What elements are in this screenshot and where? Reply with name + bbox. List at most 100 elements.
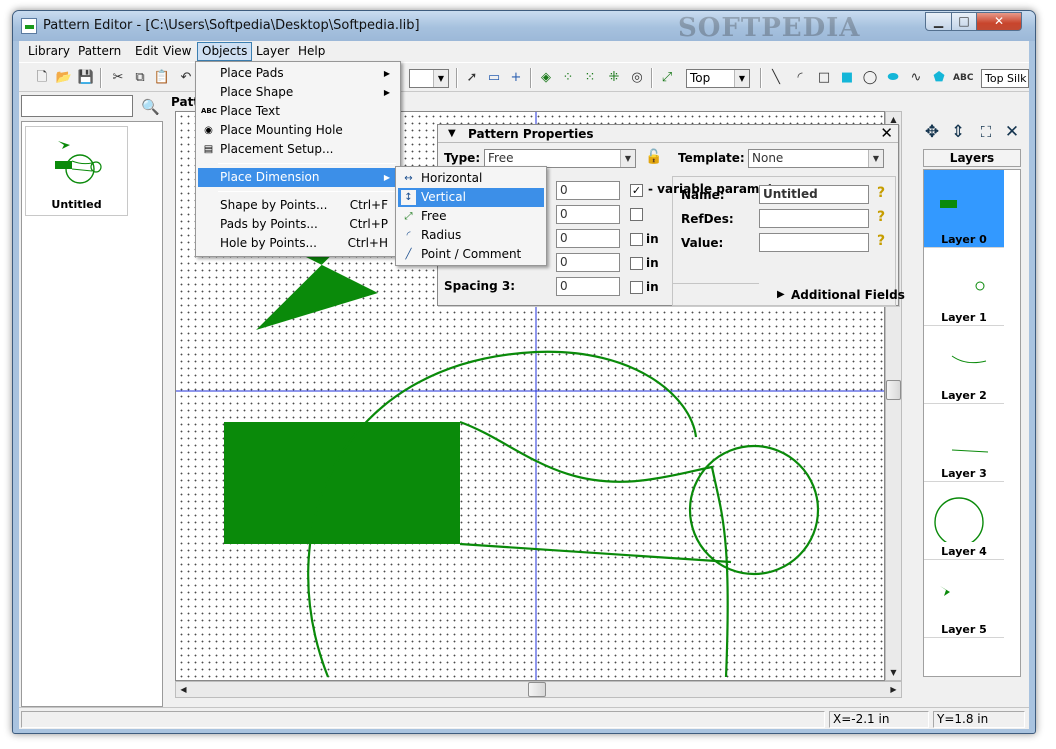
menu-item-placement-setup[interactable]: ▤ Placement Setup... bbox=[198, 140, 398, 159]
refdes-input[interactable] bbox=[759, 209, 869, 228]
parameter-field-3[interactable]: 0 bbox=[556, 229, 620, 248]
scroll-thumb[interactable] bbox=[886, 380, 901, 400]
parameter-field-1[interactable]: 0 bbox=[556, 181, 620, 200]
select-arrow-icon[interactable]: ➚ bbox=[463, 69, 481, 87]
text-tool-icon[interactable]: ABC bbox=[953, 69, 973, 87]
menu-item-place-text[interactable]: ABC Place Text bbox=[198, 102, 398, 121]
undo-icon[interactable]: ↶ bbox=[177, 69, 195, 87]
menu-item-place-shape[interactable]: Place Shape ▶ bbox=[198, 83, 398, 102]
search-input[interactable] bbox=[21, 95, 133, 117]
minimize-button[interactable]: ▁ bbox=[925, 12, 952, 31]
menu-item-horizontal[interactable]: ↔ Horizontal bbox=[398, 169, 544, 188]
variable-parameter-checkbox[interactable]: ✓ bbox=[630, 184, 643, 197]
collapse-triangle-icon[interactable]: ▼ bbox=[448, 125, 456, 143]
field-4-checkbox[interactable] bbox=[630, 257, 643, 270]
field-3-checkbox[interactable] bbox=[630, 233, 643, 246]
field-2-checkbox[interactable] bbox=[630, 208, 643, 221]
zoom-combo[interactable]: ▼ bbox=[409, 69, 449, 88]
help-icon[interactable]: ? bbox=[877, 233, 885, 249]
spacing-3-field[interactable]: 0 bbox=[556, 277, 620, 296]
pad-line-icon[interactable]: ⁘ bbox=[559, 69, 577, 87]
cut-icon[interactable]: ✂ bbox=[109, 69, 127, 87]
polyline-tool-icon[interactable]: ∿ bbox=[907, 69, 925, 87]
mounting-hole-icon[interactable]: ◎ bbox=[628, 69, 646, 87]
scroll-thumb[interactable] bbox=[528, 682, 546, 697]
layer-item-2[interactable]: Layer 2 bbox=[924, 326, 1004, 404]
fit-layer-icon[interactable]: ⛶ bbox=[975, 121, 997, 143]
scroll-down-arrow[interactable]: ▼ bbox=[886, 665, 901, 680]
menu-item-pads-by-points[interactable]: Pads by Points... Ctrl+P bbox=[198, 215, 398, 234]
parameter-field-2[interactable]: 0 bbox=[556, 205, 620, 224]
help-icon[interactable]: ? bbox=[877, 185, 885, 201]
menu-pattern[interactable]: Pattern bbox=[74, 42, 125, 61]
layer-1-preview bbox=[975, 281, 985, 291]
open-icon[interactable]: 📂 bbox=[55, 69, 73, 87]
value-input[interactable] bbox=[759, 233, 869, 252]
help-icon[interactable]: ? bbox=[877, 209, 885, 225]
pattern-thumbnail[interactable]: Untitled bbox=[25, 126, 128, 216]
filled-ellipse-tool-icon[interactable]: ⬬ bbox=[884, 69, 902, 87]
toolbar-separator bbox=[530, 68, 532, 88]
pattern-properties-header[interactable]: ▼ Pattern Properties ✕ bbox=[438, 124, 898, 143]
line-tool-icon[interactable]: ╲ bbox=[767, 69, 785, 87]
menu-item-radius[interactable]: ◜ Radius bbox=[398, 226, 544, 245]
line-shape bbox=[459, 542, 732, 564]
menu-edit[interactable]: Edit bbox=[131, 42, 162, 61]
origin-cross-icon[interactable]: + bbox=[507, 69, 525, 87]
place-pad-icon[interactable]: ◈ bbox=[537, 69, 555, 87]
dimension-icon[interactable]: ⤢ bbox=[658, 69, 676, 87]
layer-label: Layer 3 bbox=[941, 467, 987, 480]
binocular-icon[interactable]: 🔍 bbox=[141, 98, 160, 116]
expand-triangle-icon[interactable]: ▶ bbox=[777, 289, 785, 300]
close-button[interactable]: ✕ bbox=[976, 12, 1022, 31]
layer-item-3[interactable]: Layer 3 bbox=[924, 404, 1004, 482]
menu-bar: Library Pattern Edit View Objects Layer … bbox=[19, 41, 1029, 61]
canvas-horizontal-scrollbar[interactable]: ◀ ▶ bbox=[175, 681, 902, 698]
delete-layer-icon[interactable]: ✕ bbox=[1001, 121, 1023, 143]
filled-rectangle-tool-icon[interactable]: ■ bbox=[838, 69, 856, 87]
paste-icon[interactable]: 📋 bbox=[153, 69, 171, 87]
menu-library[interactable]: Library bbox=[24, 42, 74, 61]
menu-item-hole-by-points[interactable]: Hole by Points... Ctrl+H bbox=[198, 234, 398, 253]
title-bar[interactable]: Pattern Editor - [C:\Users\Softpedia\Des… bbox=[13, 11, 1035, 43]
menu-item-free[interactable]: ⤢ Free bbox=[398, 207, 544, 226]
name-input[interactable]: Untitled bbox=[759, 185, 869, 204]
menu-objects[interactable]: Objects bbox=[197, 42, 253, 61]
scroll-right-arrow[interactable]: ▶ bbox=[886, 682, 901, 697]
menu-item-place-dimension[interactable]: Place Dimension ▶ bbox=[198, 168, 398, 187]
save-icon[interactable]: 💾 bbox=[77, 69, 95, 87]
menu-item-point-comment[interactable]: ╱ Point / Comment bbox=[398, 245, 544, 264]
layer-item-0[interactable]: Layer 0 bbox=[924, 170, 1004, 248]
menu-item-vertical[interactable]: ↕ Vertical bbox=[398, 188, 544, 207]
pad-circle-icon[interactable]: ⁜ bbox=[605, 69, 623, 87]
scroll-left-arrow[interactable]: ◀ bbox=[176, 682, 191, 697]
lock-icon[interactable]: 🔓 bbox=[645, 149, 662, 165]
layer-item-4[interactable]: Layer 4 bbox=[924, 482, 1004, 560]
maximize-button[interactable]: □ bbox=[951, 12, 977, 31]
side-combo[interactable]: Top ▼ bbox=[686, 69, 750, 88]
move-layer-icon[interactable]: ✥ bbox=[921, 121, 943, 143]
menu-item-shape-by-points[interactable]: Shape by Points... Ctrl+F bbox=[198, 196, 398, 215]
parameter-field-4[interactable]: 0 bbox=[556, 253, 620, 272]
arc-tool-icon[interactable]: ◜ bbox=[791, 69, 809, 87]
rectangle-tool-icon[interactable]: □ bbox=[815, 69, 833, 87]
new-icon[interactable]: 🗋 bbox=[33, 69, 51, 87]
measure-ruler-icon[interactable]: ▭ bbox=[485, 69, 503, 87]
menu-help[interactable]: Help bbox=[294, 42, 329, 61]
spacing-3-checkbox[interactable] bbox=[630, 281, 643, 294]
ellipse-tool-icon[interactable]: ◯ bbox=[861, 69, 879, 87]
pad-array-icon[interactable]: ⁙ bbox=[581, 69, 599, 87]
layer-item-1[interactable]: Layer 1 bbox=[924, 248, 1004, 326]
polygon-tool-icon[interactable]: ⬟ bbox=[930, 69, 948, 87]
menu-item-place-pads[interactable]: Place Pads ▶ bbox=[198, 64, 398, 83]
layer-combo[interactable]: Top Silk bbox=[981, 69, 1029, 88]
reorder-layer-icon[interactable]: ⇕ bbox=[947, 121, 969, 143]
close-icon[interactable]: ✕ bbox=[880, 124, 893, 142]
menu-item-place-mounting-hole[interactable]: ◉ Place Mounting Hole bbox=[198, 121, 398, 140]
additional-fields-link[interactable]: Additional Fields bbox=[791, 288, 905, 302]
layer-item-5[interactable]: Layer 5 bbox=[924, 560, 1004, 638]
menu-view[interactable]: View bbox=[159, 42, 195, 61]
menu-layer[interactable]: Layer bbox=[252, 42, 293, 61]
copy-icon[interactable]: ⧉ bbox=[131, 69, 149, 87]
template-select[interactable]: None ▼ bbox=[748, 149, 884, 168]
